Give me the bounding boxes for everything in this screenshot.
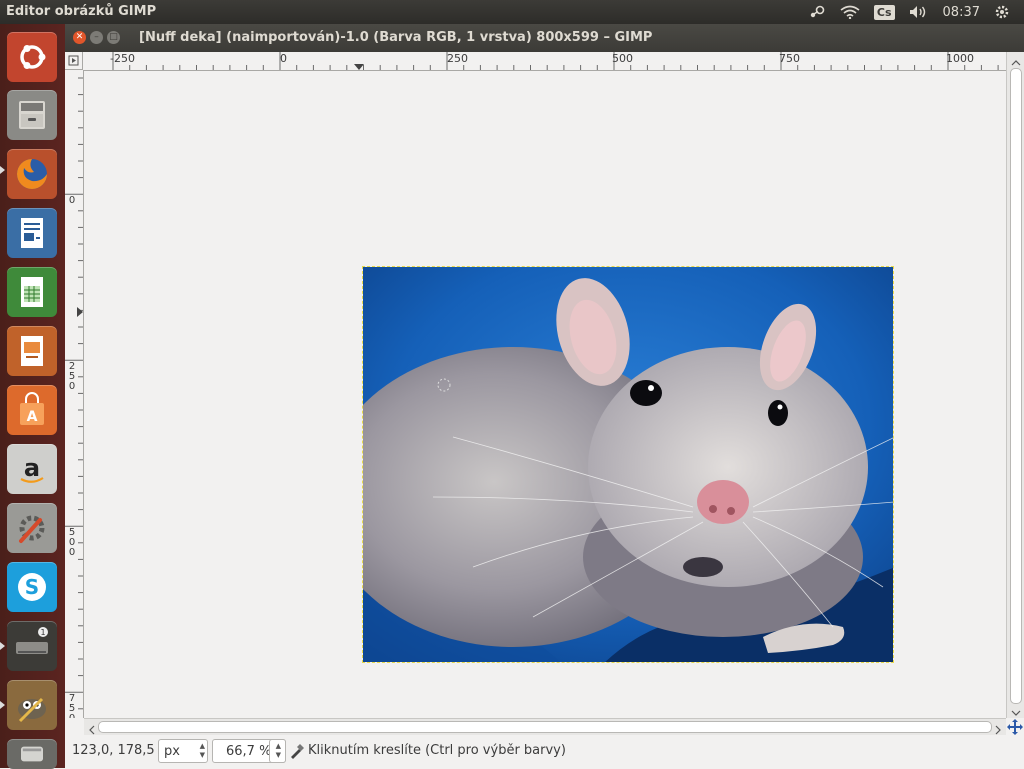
launcher-removable-drive[interactable]: 1 (7, 621, 57, 671)
dropdown-arrows-icon: ▲ ▼ (275, 742, 281, 759)
window-title: [Nuff deka] (naimportován)-1.0 (Barva RG… (139, 30, 653, 45)
gimp-wilber-icon (18, 697, 46, 723)
navigate-cross-arrows-icon (1007, 719, 1023, 735)
wifi-icon[interactable] (840, 5, 860, 19)
select-arrows-icon: ▲ ▼ (199, 742, 205, 759)
launcher-skype[interactable]: S (7, 562, 57, 612)
app-title: Editor obrázků GIMP (6, 4, 157, 19)
power-gear-icon[interactable] (994, 4, 1010, 20)
unity-launcher: A a S 1 (0, 24, 65, 769)
ruler-v-label: 750 (68, 693, 76, 719)
ruler-h-label: 500 (612, 52, 633, 65)
image-canvas[interactable] (84, 71, 1006, 718)
launcher-ubuntu-software[interactable]: A (7, 385, 57, 435)
svg-text:S: S (25, 575, 39, 599)
svg-text:A: A (27, 409, 38, 425)
status-message: Kliknutím kreslíte (Ctrl pro výběr barvy… (308, 743, 566, 758)
settings-wrench-icon (19, 515, 45, 543)
scroll-down-button[interactable] (1011, 704, 1021, 716)
file-cabinet-icon (19, 101, 45, 129)
unit-select-value: px (164, 743, 180, 759)
close-icon: ✕ (75, 32, 84, 42)
ruler-v-label: 250 (68, 361, 76, 392)
system-tray: Cs 08:37 (808, 0, 1024, 24)
horizontal-scrollbar[interactable] (84, 718, 1006, 735)
chevron-right-icon (995, 725, 1001, 735)
ruler-h-label: -250 (110, 52, 135, 65)
launcher-libreoffice-impress[interactable] (7, 326, 57, 376)
menu-arrow-icon (68, 55, 79, 66)
vertical-scroll-thumb[interactable] (1010, 68, 1022, 704)
maximize-icon: □ (109, 32, 118, 42)
ruler-v-label: 500 (68, 527, 76, 558)
rat-photo-icon (363, 267, 893, 662)
keyboard-layout-label: Cs (873, 4, 895, 20)
launcher-trash[interactable] (7, 739, 57, 769)
unit-select[interactable]: px ▲ ▼ (158, 739, 208, 763)
svg-text:a: a (24, 454, 40, 482)
navigate-button[interactable] (1006, 718, 1024, 736)
vertical-scrollbar[interactable] (1006, 52, 1024, 718)
scroll-left-button[interactable] (86, 721, 98, 735)
launcher-ubuntu-dash[interactable] (7, 32, 57, 82)
pointer-coordinates: 123,0, 178,5 (72, 743, 155, 758)
window-titlebar: ✕ – □ [Nuff deka] (naimportován)-1.0 (Ba… (65, 24, 1024, 52)
writer-document-icon (21, 218, 43, 248)
launcher-files[interactable] (7, 90, 57, 140)
chevron-left-icon (89, 725, 95, 735)
ruler-v-ticks (65, 77, 83, 710)
ruler-h-ticks (112, 52, 999, 70)
launcher-amazon[interactable]: a (7, 444, 57, 494)
ruler-h-label: 0 (280, 52, 287, 65)
launcher-libreoffice-writer[interactable] (7, 208, 57, 258)
drive-icon: 1 (16, 627, 48, 654)
pointer-position-marker-icon (77, 307, 83, 317)
launcher-gimp[interactable] (7, 680, 57, 730)
skype-icon: S (18, 573, 46, 601)
close-button[interactable]: ✕ (73, 31, 86, 44)
ruler-h-label: 1000 (946, 52, 974, 65)
minimize-button[interactable]: – (90, 31, 103, 44)
launcher-system-settings[interactable] (7, 503, 57, 553)
pencil-eyedropper-icon (289, 743, 305, 763)
scroll-right-button[interactable] (992, 721, 1004, 735)
pointer-position-marker-icon (354, 64, 364, 70)
volume-icon[interactable] (909, 5, 929, 19)
launcher-firefox[interactable] (7, 149, 57, 199)
running-indicator (0, 701, 5, 709)
ruler-h-label: 250 (447, 52, 468, 65)
ruler-h-label: 750 (779, 52, 800, 65)
drive-badge-count: 1 (40, 628, 45, 637)
top-panel: Editor obrázků GIMP Cs 08:37 (0, 0, 1024, 24)
status-bar: 123,0, 178,5 px ▲ ▼ 66,7 % ▲ ▼ Kliknutím k… (65, 736, 1024, 768)
clock[interactable]: 08:37 (943, 5, 980, 20)
ruler-v-label: 0 (68, 195, 76, 206)
horizontal-scroll-thumb[interactable] (98, 721, 992, 733)
running-indicator (0, 642, 5, 650)
zoom-value: 66,7 % (226, 743, 272, 759)
scroll-up-button[interactable] (1011, 54, 1021, 66)
vertical-ruler[interactable]: 0 250 500 750 (65, 70, 84, 718)
running-indicator (0, 166, 5, 174)
keyboard-layout-indicator[interactable]: Cs (873, 4, 895, 20)
amazon-icon: a (20, 454, 44, 483)
rat-photo-image[interactable] (362, 266, 894, 663)
shopping-bag-icon: A (20, 392, 44, 425)
impress-presentation-icon (21, 336, 43, 366)
firefox-icon (17, 159, 47, 189)
minimize-icon: – (94, 32, 99, 42)
launcher-libreoffice-calc[interactable] (7, 267, 57, 317)
maximize-button[interactable]: □ (107, 31, 120, 44)
ubuntu-logo-icon (20, 45, 46, 69)
ruler-corner-menu-button[interactable] (65, 52, 83, 70)
horizontal-ruler[interactable]: -250 0 250 500 750 1000 (83, 52, 1006, 71)
trash-icon (21, 746, 43, 762)
calc-spreadsheet-icon (21, 277, 43, 307)
zoom-dropdown-button[interactable]: ▲ ▼ (269, 739, 286, 763)
steam-icon[interactable] (808, 5, 826, 19)
